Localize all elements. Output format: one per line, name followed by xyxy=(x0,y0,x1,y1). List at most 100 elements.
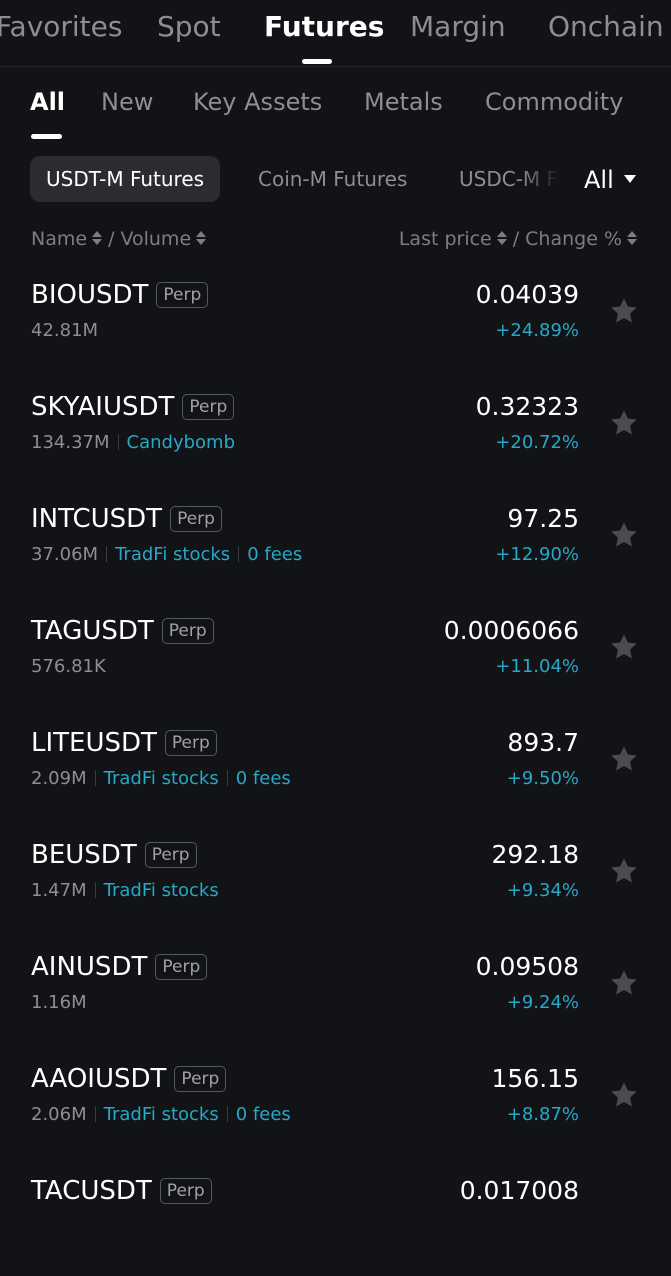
volume-value: 2.06M xyxy=(31,1104,87,1125)
change-percent: +8.87% xyxy=(506,1104,579,1125)
perp-badge: Perp xyxy=(156,282,209,308)
subtab-all[interactable]: All xyxy=(30,88,65,116)
perp-badge: Perp xyxy=(170,506,222,532)
sort-by-last-price[interactable]: Last price xyxy=(399,228,507,250)
tab-futures[interactable]: Futures xyxy=(264,10,384,43)
last-price: 156.15 xyxy=(491,1064,579,1093)
active-subtab-indicator xyxy=(31,134,62,139)
tradfi-stocks-tag[interactable]: TradFi stocks xyxy=(104,768,219,789)
star-icon[interactable] xyxy=(608,519,640,551)
category-tab-bar: All New Key Assets Metals Commodity xyxy=(0,66,671,142)
star-icon[interactable] xyxy=(608,295,640,327)
subtab-new[interactable]: New xyxy=(101,88,153,116)
tag-divider xyxy=(106,546,108,562)
star-icon[interactable] xyxy=(608,743,640,775)
market-chip-scroller: USDT-M Futures Coin-M Futures USDC-M F xyxy=(0,154,560,206)
market-row[interactable]: BIOUSDT Perp 42.81M 0.04039 +24.89% xyxy=(0,268,671,380)
scroll-fade xyxy=(520,154,560,206)
symbol-name: TACUSDT xyxy=(31,1176,152,1206)
last-price: 0.09508 xyxy=(475,952,579,981)
volume-value: 2.09M xyxy=(31,768,87,789)
tag-divider xyxy=(226,770,228,786)
sort-icon xyxy=(196,230,207,245)
market-row[interactable]: BEUSDT Perp 1.47M TradFi stocks 292.18 +9.… xyxy=(0,828,671,940)
market-row[interactable]: AINUSDT Perp 1.16M 0.09508 +9.24% xyxy=(0,940,671,1052)
symbol-name: BEUSDT xyxy=(31,840,137,870)
tradfi-stocks-tag[interactable]: TradFi stocks xyxy=(104,880,219,901)
header-separator: / xyxy=(108,228,115,250)
last-price: 0.04039 xyxy=(475,280,579,309)
last-price: 893.7 xyxy=(507,728,579,757)
change-percent: +9.34% xyxy=(506,880,579,901)
perp-badge: Perp xyxy=(159,1178,212,1204)
subtab-key-assets[interactable]: Key Assets xyxy=(193,88,322,116)
star-icon[interactable] xyxy=(608,407,640,439)
symbol-name: AAOIUSDT xyxy=(31,1064,167,1094)
sort-by-volume[interactable]: Volume xyxy=(120,228,207,250)
last-price: 0.0006066 xyxy=(443,616,579,645)
sort-icon xyxy=(496,230,507,245)
tradfi-stocks-tag[interactable]: TradFi stocks xyxy=(104,1104,219,1125)
volume-value: 134.37M xyxy=(31,432,110,453)
change-percent: +20.72% xyxy=(495,432,579,453)
tab-onchain[interactable]: Onchain xyxy=(548,10,664,43)
volume-value: 37.06M xyxy=(31,544,99,565)
volume-value: 1.47M xyxy=(31,880,87,901)
column-volume-label: Volume xyxy=(120,228,192,250)
subtab-commodity[interactable]: Commodity xyxy=(485,88,623,116)
change-percent: +12.90% xyxy=(495,544,579,565)
market-row[interactable]: INTCUSDT Perp 37.06M TradFi stocks 0 fees 9… xyxy=(0,492,671,604)
chip-coin-m-futures[interactable]: Coin-M Futures xyxy=(258,156,407,202)
change-percent: +11.04% xyxy=(495,656,579,677)
symbol-name: BIOUSDT xyxy=(31,280,149,310)
column-change-label: Change % xyxy=(525,228,622,250)
tradfi-stocks-tag[interactable]: TradFi stocks xyxy=(115,544,230,565)
tag-divider xyxy=(226,1106,228,1122)
star-icon[interactable] xyxy=(608,1079,640,1111)
tag-divider xyxy=(94,1106,96,1122)
volume-value: 1.16M xyxy=(31,992,87,1013)
candybomb-tag[interactable]: Candybomb xyxy=(127,432,235,453)
tag-divider xyxy=(117,434,119,450)
sort-by-name[interactable]: Name xyxy=(31,228,103,250)
last-price: 97.25 xyxy=(507,504,579,533)
tab-margin[interactable]: Margin xyxy=(410,10,506,43)
market-row[interactable]: LITEUSDT Perp 2.09M TradFi stocks 0 fees 89… xyxy=(0,716,671,828)
perp-badge: Perp xyxy=(161,618,214,644)
change-percent: +24.89% xyxy=(495,320,579,341)
sort-by-change[interactable]: Change % xyxy=(525,228,637,250)
zero-fees-tag[interactable]: 0 fees xyxy=(247,544,302,565)
top-tab-bar: Favorites Spot Futures Margin Onchain xyxy=(0,0,671,67)
market-list: BIOUSDT Perp 42.81M 0.04039 +24.89% SKYAI… xyxy=(0,268,671,1276)
symbol-name: LITEUSDT xyxy=(31,728,157,758)
subtab-metals[interactable]: Metals xyxy=(364,88,443,116)
market-type-bar: USDT-M Futures Coin-M Futures USDC-M F A… xyxy=(0,154,671,206)
symbol-name: INTCUSDT xyxy=(31,504,163,534)
perp-badge: Perp xyxy=(155,954,208,980)
sort-icon xyxy=(627,230,637,245)
market-row[interactable]: TAGUSDT Perp 576.81K 0.0006066 +11.04% xyxy=(0,604,671,716)
filter-label: All xyxy=(584,166,614,194)
last-price: 0.32323 xyxy=(475,392,579,421)
star-icon[interactable] xyxy=(608,855,640,887)
volume-value: 576.81K xyxy=(31,656,106,677)
last-price: 0.017008 xyxy=(459,1176,579,1205)
market-row[interactable]: TACUSDT Perp 0.017008 xyxy=(0,1164,671,1276)
zero-fees-tag[interactable]: 0 fees xyxy=(236,1104,291,1125)
chip-usdt-m-futures[interactable]: USDT-M Futures xyxy=(30,156,221,202)
perp-badge: Perp xyxy=(164,730,217,756)
star-icon[interactable] xyxy=(608,967,640,999)
tag-divider xyxy=(238,546,240,562)
tab-favorites[interactable]: Favorites xyxy=(0,10,122,43)
column-name-label: Name xyxy=(31,228,88,250)
symbol-name: TAGUSDT xyxy=(31,616,154,646)
filter-dropdown[interactable]: All xyxy=(584,158,636,202)
market-row[interactable]: AAOIUSDT Perp 2.06M TradFi stocks 0 fees 15… xyxy=(0,1052,671,1164)
active-tab-indicator xyxy=(302,59,332,64)
market-row[interactable]: SKYAIUSDT Perp 134.37M Candybomb 0.32323 +… xyxy=(0,380,671,492)
star-icon[interactable] xyxy=(608,631,640,663)
tab-spot[interactable]: Spot xyxy=(157,10,221,43)
symbol-name: SKYAIUSDT xyxy=(31,392,175,422)
zero-fees-tag[interactable]: 0 fees xyxy=(236,768,291,789)
volume-value: 42.81M xyxy=(31,320,99,341)
